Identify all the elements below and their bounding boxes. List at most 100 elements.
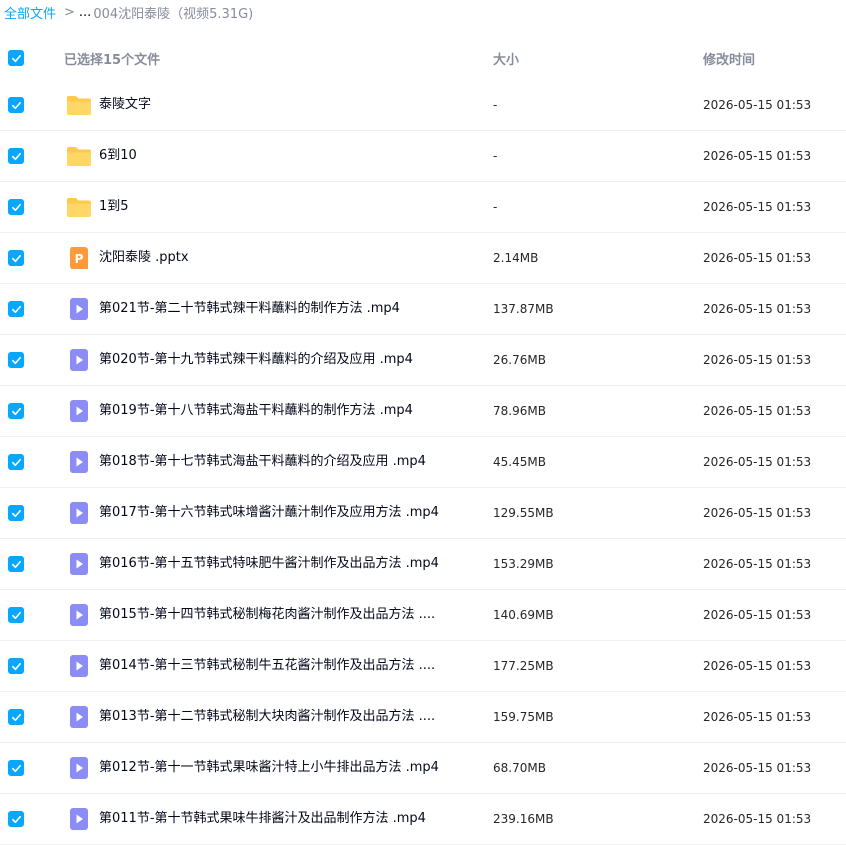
file-name[interactable]: 沈阳泰陵 .pptx	[99, 233, 189, 283]
file-modified-time: 2026-05-15 01:53	[703, 455, 812, 469]
file-row[interactable]: 第016节-第十五节韩式特味肥牛酱汁制作及出品方法 .mp4 153.29MB 20…	[0, 539, 846, 590]
file-modified-time: 2026-05-15 01:53	[703, 659, 812, 673]
check-icon	[11, 152, 21, 160]
file-name[interactable]: 第014节-第十三节韩式秘制牛五花酱汁制作及出品方法 ....	[99, 641, 435, 691]
file-row-checkbox[interactable]	[8, 97, 24, 113]
file-size: 45.45MB	[493, 455, 546, 469]
file-size: 239.16MB	[493, 812, 554, 826]
svg-text:P: P	[75, 252, 84, 266]
file-modified-time: 2026-05-15 01:53	[703, 251, 812, 265]
video-file-icon	[66, 704, 92, 730]
file-size: 78.96MB	[493, 404, 546, 418]
file-name[interactable]: 6到10	[99, 131, 137, 181]
file-row[interactable]: 第012节-第十一节韩式果味酱汁特上小牛排出品方法 .mp4 68.70MB 202…	[0, 743, 846, 794]
file-modified-time: 2026-05-15 01:53	[703, 761, 812, 775]
file-modified-time: 2026-05-15 01:53	[703, 98, 812, 112]
selected-count-label: 已选择15个文件	[64, 52, 161, 68]
file-row[interactable]: 第019节-第十八节韩式海盐干料蘸料的制作方法 .mp4 78.96MB 2026-…	[0, 386, 846, 437]
file-name[interactable]: 第011节-第十节韩式果味牛排酱汁及出品制作方法 .mp4	[99, 794, 426, 844]
select-all-checkbox[interactable]	[8, 50, 24, 66]
file-row-checkbox[interactable]	[8, 760, 24, 776]
file-list: 泰陵文字 - 2026-05-15 01:53 6到10 - 2026-05-15 01:…	[0, 80, 846, 845]
file-modified-time: 2026-05-15 01:53	[703, 812, 812, 826]
video-file-icon	[66, 449, 92, 475]
file-row[interactable]: 第014节-第十三节韩式秘制牛五花酱汁制作及出品方法 .... 177.25MB 2…	[0, 641, 846, 692]
file-name[interactable]: 第013节-第十二节韩式秘制大块肉酱汁制作及出品方法 ....	[99, 692, 435, 742]
file-row-checkbox[interactable]	[8, 352, 24, 368]
file-row[interactable]: 第011节-第十节韩式果味牛排酱汁及出品制作方法 .mp4 239.16MB 202…	[0, 794, 846, 845]
check-icon	[11, 254, 21, 262]
file-row[interactable]: 第021节-第二十节韩式辣干料蘸料的制作方法 .mp4 137.87MB 2026-…	[0, 284, 846, 335]
file-row[interactable]: 1到5 - 2026-05-15 01:53	[0, 182, 846, 233]
file-name[interactable]: 第015节-第十四节韩式秘制梅花肉酱汁制作及出品方法 ....	[99, 590, 435, 640]
file-name[interactable]: 第021节-第二十节韩式辣干料蘸料的制作方法 .mp4	[99, 284, 400, 334]
file-size: -	[493, 200, 498, 214]
check-icon	[11, 509, 21, 517]
breadcrumb-separator: >	[64, 4, 75, 20]
breadcrumb-ellipsis[interactable]: ...	[79, 5, 91, 20]
file-modified-time: 2026-05-15 01:53	[703, 506, 812, 520]
file-row-checkbox[interactable]	[8, 709, 24, 725]
folder-icon	[66, 194, 92, 220]
file-modified-time: 2026-05-15 01:53	[703, 404, 812, 418]
file-size: -	[493, 149, 498, 163]
file-list-header: 已选择15个文件 大小 修改时间	[0, 36, 846, 80]
file-row-checkbox[interactable]	[8, 403, 24, 419]
file-name[interactable]: 第012节-第十一节韩式果味酱汁特上小牛排出品方法 .mp4	[99, 743, 439, 793]
file-modified-time: 2026-05-15 01:53	[703, 200, 812, 214]
file-name[interactable]: 第017节-第十六节韩式味增酱汁蘸汁制作及应用方法 .mp4	[99, 488, 439, 538]
file-row-checkbox[interactable]	[8, 148, 24, 164]
file-name[interactable]: 第019节-第十八节韩式海盐干料蘸料的制作方法 .mp4	[99, 386, 413, 436]
breadcrumb-root-link[interactable]: 全部文件	[4, 3, 56, 22]
check-icon	[11, 356, 21, 364]
check-icon	[11, 54, 21, 62]
file-size: 129.55MB	[493, 506, 554, 520]
file-row[interactable]: 第013节-第十二节韩式秘制大块肉酱汁制作及出品方法 .... 159.75MB 2…	[0, 692, 846, 743]
breadcrumb-current: 004沈阳泰陵（视频5.31G)	[93, 6, 254, 22]
check-icon	[11, 662, 21, 670]
file-name[interactable]: 第018节-第十七节韩式海盐干料蘸料的介绍及应用 .mp4	[99, 437, 426, 487]
file-row-checkbox[interactable]	[8, 505, 24, 521]
video-file-icon	[66, 653, 92, 679]
video-file-icon	[66, 296, 92, 322]
check-icon	[11, 101, 21, 109]
file-row[interactable]: 第017节-第十六节韩式味增酱汁蘸汁制作及应用方法 .mp4 129.55MB 20…	[0, 488, 846, 539]
file-size: 2.14MB	[493, 251, 539, 265]
file-row-checkbox[interactable]	[8, 658, 24, 674]
check-icon	[11, 305, 21, 313]
file-name[interactable]: 第020节-第十九节韩式辣干料蘸料的介绍及应用 .mp4	[99, 335, 413, 385]
file-modified-time: 2026-05-15 01:53	[703, 353, 812, 367]
file-row-checkbox[interactable]	[8, 199, 24, 215]
check-icon	[11, 203, 21, 211]
file-row-checkbox[interactable]	[8, 556, 24, 572]
file-modified-time: 2026-05-15 01:53	[703, 608, 812, 622]
file-modified-time: 2026-05-15 01:53	[703, 149, 812, 163]
file-row-checkbox[interactable]	[8, 301, 24, 317]
file-row-checkbox[interactable]	[8, 811, 24, 827]
video-file-icon	[66, 806, 92, 832]
file-size: 159.75MB	[493, 710, 554, 724]
file-row[interactable]: 6到10 - 2026-05-15 01:53	[0, 131, 846, 182]
check-icon	[11, 713, 21, 721]
check-icon	[11, 560, 21, 568]
folder-icon	[66, 143, 92, 169]
file-row[interactable]: P 沈阳泰陵 .pptx 2.14MB 2026-05-15 01:53	[0, 233, 846, 284]
file-row[interactable]: 泰陵文字 - 2026-05-15 01:53	[0, 80, 846, 131]
size-column-header[interactable]: 大小	[493, 49, 519, 68]
file-name[interactable]: 第016节-第十五节韩式特味肥牛酱汁制作及出品方法 .mp4	[99, 539, 439, 589]
file-name[interactable]: 1到5	[99, 182, 129, 232]
file-row-checkbox[interactable]	[8, 454, 24, 470]
folder-icon	[66, 92, 92, 118]
ppt-file-icon: P	[66, 245, 92, 271]
file-name[interactable]: 泰陵文字	[99, 80, 151, 130]
file-row-checkbox[interactable]	[8, 607, 24, 623]
file-row[interactable]: 第020节-第十九节韩式辣干料蘸料的介绍及应用 .mp4 26.76MB 2026-…	[0, 335, 846, 386]
file-size: 68.70MB	[493, 761, 546, 775]
file-row-checkbox[interactable]	[8, 250, 24, 266]
breadcrumb: 全部文件 > ... 004沈阳泰陵（视频5.31G)	[0, 0, 846, 24]
video-file-icon	[66, 500, 92, 526]
time-column-header[interactable]: 修改时间	[703, 49, 755, 68]
file-row[interactable]: 第018节-第十七节韩式海盐干料蘸料的介绍及应用 .mp4 45.45MB 2026…	[0, 437, 846, 488]
file-row[interactable]: 第015节-第十四节韩式秘制梅花肉酱汁制作及出品方法 .... 140.69MB 2…	[0, 590, 846, 641]
file-size: 26.76MB	[493, 353, 546, 367]
